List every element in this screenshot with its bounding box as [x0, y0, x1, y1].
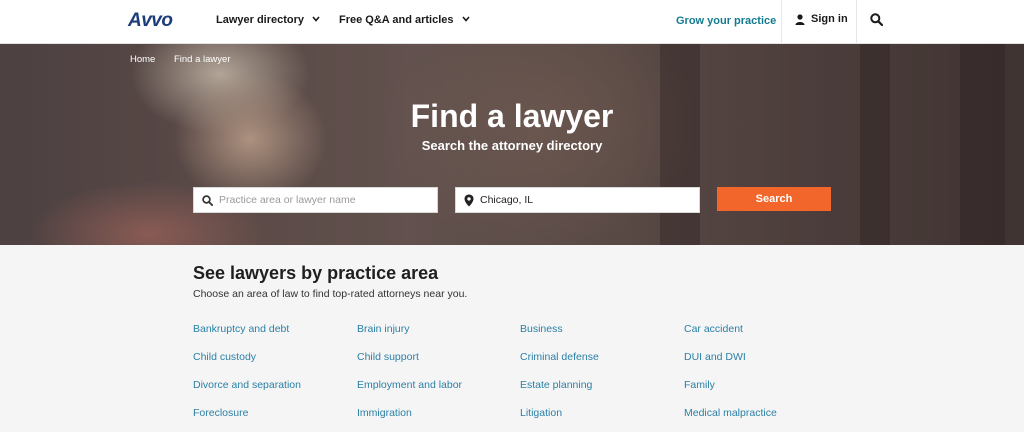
practice-area-link[interactable]: Medical malpractice	[684, 407, 777, 419]
avvo-logo[interactable]: Avvo	[128, 10, 173, 32]
practice-area-subheading: Choose an area of law to find top-rated …	[193, 288, 468, 300]
chevron-down-icon	[312, 16, 320, 22]
hero-banner: Home Find a lawyer Find a lawyer Search …	[0, 44, 1024, 245]
practice-area-link[interactable]: Litigation	[520, 407, 562, 419]
nav-lawyer-directory[interactable]: Lawyer directory	[216, 14, 320, 26]
grow-your-practice-link[interactable]: Grow your practice	[676, 15, 776, 27]
page-subtitle: Search the attorney directory	[421, 138, 603, 153]
site-header: Avvo Lawyer directory Free Q&A and artic…	[0, 0, 1024, 44]
chevron-down-icon	[461, 16, 470, 22]
practice-area-link[interactable]: Employment and labor	[357, 379, 462, 391]
breadcrumb: Home Find a lawyer	[130, 54, 238, 65]
practice-area-heading: See lawyers by practice area	[193, 263, 439, 283]
practice-area-link[interactable]: Criminal defense	[520, 351, 599, 363]
practice-area-link[interactable]: Child custody	[193, 351, 256, 363]
location-value: Chicago, IL	[480, 194, 534, 206]
sign-in-button[interactable]: Sign in	[795, 13, 848, 25]
practice-search-input[interactable]: Practice area or lawyer name	[193, 187, 438, 213]
practice-area-link[interactable]: Family	[684, 379, 715, 391]
practice-area-link[interactable]: Bankruptcy and debt	[193, 323, 289, 335]
practice-area-link[interactable]: Car accident	[684, 323, 743, 335]
practice-area-link[interactable]: Immigration	[357, 407, 412, 419]
practice-area-link[interactable]: Child support	[357, 351, 419, 363]
nav-free-qa[interactable]: Free Q&A and articles	[339, 14, 470, 26]
search-button[interactable]: Search	[717, 187, 831, 211]
practice-area-link[interactable]: DUI and DWI	[684, 351, 746, 363]
header-divider	[781, 0, 782, 44]
search-icon[interactable]	[870, 13, 884, 31]
user-icon	[795, 13, 805, 25]
nav-free-qa-label: Free Q&A and articles	[339, 14, 454, 26]
location-input[interactable]: Chicago, IL	[455, 187, 700, 213]
breadcrumb-home[interactable]: Home	[130, 54, 155, 65]
map-pin-icon	[464, 194, 474, 206]
header-divider	[856, 0, 857, 44]
practice-area-link[interactable]: Divorce and separation	[193, 379, 301, 391]
practice-search-placeholder: Practice area or lawyer name	[219, 194, 356, 206]
practice-area-link[interactable]: Business	[520, 323, 563, 335]
sign-in-label: Sign in	[811, 13, 848, 25]
practice-area-link[interactable]: Brain injury	[357, 323, 410, 335]
page-title: Find a lawyer	[410, 98, 614, 134]
search-icon	[202, 194, 213, 206]
practice-area-link[interactable]: Foreclosure	[193, 407, 248, 419]
nav-lawyer-directory-label: Lawyer directory	[216, 14, 305, 26]
breadcrumb-current: Find a lawyer	[173, 54, 231, 65]
practice-area-link[interactable]: Estate planning	[520, 379, 592, 391]
